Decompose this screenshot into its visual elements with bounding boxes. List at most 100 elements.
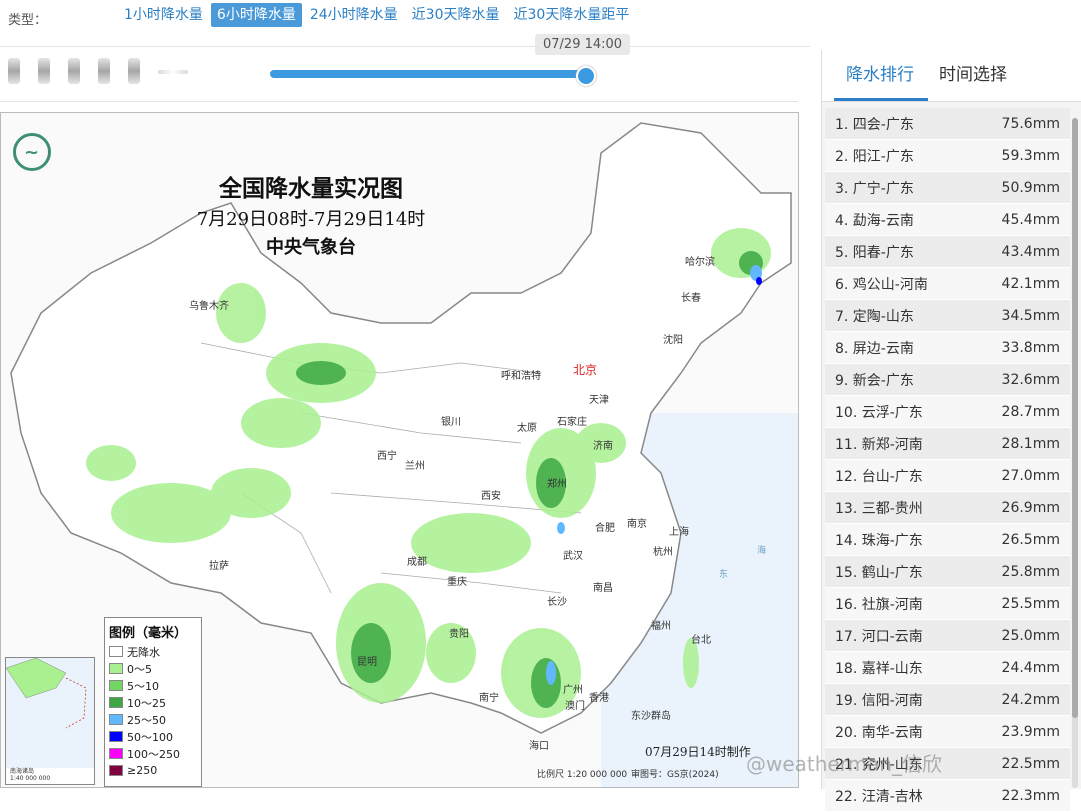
list-item[interactable]: 13. 三都-贵州 26.9mm xyxy=(825,492,1070,524)
active-tab-indicator xyxy=(834,98,928,101)
list-item[interactable]: 18. 嘉祥-山东 24.4mm xyxy=(825,652,1070,684)
station-name: 11. 新郑-河南 xyxy=(835,436,923,453)
timeline-bar: 07/29 14:00 xyxy=(0,34,810,98)
ranking-scrollbar[interactable] xyxy=(1072,118,1078,788)
south-china-sea-inset: 南海诸岛 1:40 000 000 xyxy=(5,657,95,785)
legend-label: 100～250 xyxy=(127,747,180,761)
city-label: 兰州 xyxy=(405,461,425,472)
list-item[interactable]: 14. 珠海-广东 26.5mm xyxy=(825,524,1070,556)
list-item[interactable]: 20. 南华-云南 23.9mm xyxy=(825,716,1070,748)
map-review-number: 审图号：GS京(2024) xyxy=(631,770,719,780)
station-name: 10. 云浮-广东 xyxy=(835,404,923,421)
station-name: 20. 南华-云南 xyxy=(835,724,923,741)
control-icon[interactable] xyxy=(98,58,110,84)
list-item[interactable]: 9. 新会-广东 32.6mm xyxy=(825,364,1070,396)
type-tab-6h[interactable]: 6小时降水量 xyxy=(210,3,302,27)
list-item[interactable]: 11. 新郑-河南 28.1mm xyxy=(825,428,1070,460)
time-slider-track[interactable] xyxy=(270,70,586,78)
city-label: 西安 xyxy=(481,491,501,502)
control-icon[interactable] xyxy=(38,58,50,84)
list-item[interactable]: 22. 汪清-吉林 22.3mm xyxy=(825,780,1070,812)
control-icon[interactable] xyxy=(8,58,20,84)
list-item[interactable]: 8. 屏边-云南 33.8mm xyxy=(825,332,1070,364)
list-item[interactable]: 4. 勐海-云南 45.4mm xyxy=(825,204,1070,236)
list-item[interactable]: 5. 阳春-广东 43.4mm xyxy=(825,236,1070,268)
legend-label: 0～5 xyxy=(127,662,152,676)
station-name: 4. 勐海-云南 xyxy=(835,212,914,229)
city-label: 海口 xyxy=(529,741,549,752)
legend-title: 图例（毫米） xyxy=(109,626,188,641)
city-label: 长沙 xyxy=(547,597,567,608)
station-name: 19. 信阳-河南 xyxy=(835,692,923,709)
city-label: 广州 xyxy=(563,685,583,696)
list-item[interactable]: 15. 鹤山-广东 25.8mm xyxy=(825,556,1070,588)
station-name: 17. 河口-云南 xyxy=(835,628,923,645)
city-label: 昆明 xyxy=(357,657,377,668)
type-tabs: 1小时降水量 6小时降水量 24小时降水量 近30天降水量 近30天降水量距平 xyxy=(118,3,635,27)
legend-item: 25～50 xyxy=(105,711,201,728)
city-label: 太原 xyxy=(517,423,537,434)
legend-label: 10～25 xyxy=(127,696,166,710)
inset-map-svg xyxy=(5,657,94,768)
precipitation-map[interactable]: ~ 全国降水量实况图 7月29日08时-7月29日14时 中央气象台 哈尔滨 长… xyxy=(0,112,799,788)
station-value: 23.9mm xyxy=(1001,723,1060,740)
scrollbar-thumb[interactable] xyxy=(1072,118,1078,718)
divider xyxy=(0,101,798,102)
station-value: 75.6mm xyxy=(1001,115,1060,132)
legend-swatch xyxy=(109,646,123,657)
station-name: 15. 鹤山-广东 xyxy=(835,564,923,581)
station-value: 28.1mm xyxy=(1001,435,1060,452)
city-label: 香港 xyxy=(589,693,609,704)
city-label: 台北 xyxy=(691,635,711,646)
list-item[interactable]: 3. 广宁-广东 50.9mm xyxy=(825,172,1070,204)
map-period: 7月29日08时-7月29日14时 xyxy=(196,209,426,230)
station-value: 22.5mm xyxy=(1001,755,1060,772)
station-name: 14. 珠海-广东 xyxy=(835,532,923,549)
control-icon[interactable] xyxy=(158,70,188,74)
divider xyxy=(0,46,810,47)
type-tab-1h[interactable]: 1小时降水量 xyxy=(118,3,209,27)
station-value: 32.6mm xyxy=(1001,371,1060,388)
inset-title: 南海诸岛 xyxy=(10,768,35,775)
tab-time-select[interactable]: 时间选择 xyxy=(939,60,1007,85)
city-label: 天津 xyxy=(589,395,609,406)
control-icon[interactable] xyxy=(68,58,80,84)
type-label: 类型： xyxy=(8,13,48,28)
legend-item: 50～100 xyxy=(105,728,201,745)
type-tab-30d[interactable]: 近30天降水量 xyxy=(406,3,506,27)
city-label: 哈尔滨 xyxy=(685,257,715,268)
list-item[interactable]: 1. 四会-广东 75.6mm xyxy=(825,108,1070,140)
type-tab-24h[interactable]: 24小时降水量 xyxy=(304,3,404,27)
city-label: 澳门 xyxy=(565,701,585,712)
list-item[interactable]: 19. 信阳-河南 24.2mm xyxy=(825,684,1070,716)
time-slider-handle[interactable] xyxy=(576,66,596,86)
list-item[interactable]: 17. 河口-云南 25.0mm xyxy=(825,620,1070,652)
list-item[interactable]: 10. 云浮-广东 28.7mm xyxy=(825,396,1070,428)
list-item[interactable]: 2. 阳江-广东 59.3mm xyxy=(825,140,1070,172)
city-label: 南昌 xyxy=(593,583,613,594)
list-item[interactable]: 7. 定陶-山东 34.5mm xyxy=(825,300,1070,332)
play-controls[interactable] xyxy=(8,58,188,84)
station-name: 2. 阳江-广东 xyxy=(835,148,914,165)
station-value: 24.4mm xyxy=(1001,659,1060,676)
station-value: 43.4mm xyxy=(1001,243,1060,260)
list-item[interactable]: 12. 台山-广东 27.0mm xyxy=(825,460,1070,492)
capital-label: 北京 xyxy=(573,363,598,377)
city-label: 贵阳 xyxy=(449,629,469,640)
station-name: 12. 台山-广东 xyxy=(835,468,923,485)
legend-swatch xyxy=(109,714,123,725)
tab-ranking[interactable]: 降水排行 xyxy=(846,60,914,85)
list-item[interactable]: 6. 鸡公山-河南 42.1mm xyxy=(825,268,1070,300)
control-icon[interactable] xyxy=(128,58,140,84)
city-label: 南京 xyxy=(627,519,647,530)
inset-caption: 南海诸岛 1:40 000 000 xyxy=(10,768,50,782)
station-name: 9. 新会-广东 xyxy=(835,372,914,389)
legend-item: 10～25 xyxy=(105,694,201,711)
city-label: 济南 xyxy=(593,441,613,452)
type-tab-30d-anomaly[interactable]: 近30天降水量距平 xyxy=(508,3,636,27)
station-value: 45.4mm xyxy=(1001,211,1060,228)
legend-label: 5～10 xyxy=(127,679,159,693)
list-item[interactable]: 16. 社旗-河南 25.5mm xyxy=(825,588,1070,620)
station-name: 1. 四会-广东 xyxy=(835,116,914,133)
legend-swatch xyxy=(109,765,123,776)
